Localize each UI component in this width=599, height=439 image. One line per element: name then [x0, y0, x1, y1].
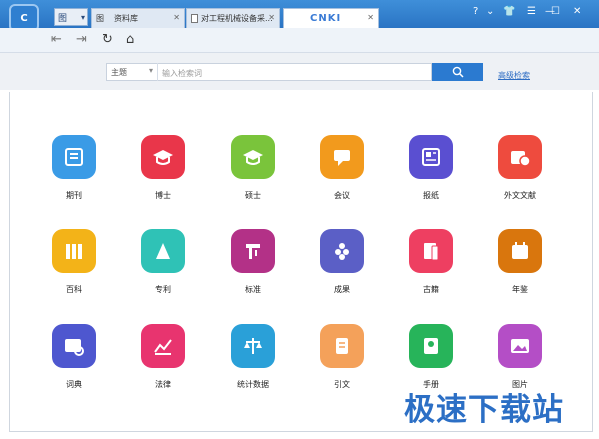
close-tab-icon[interactable]: ✕: [367, 13, 374, 22]
database-label[interactable]: 法律: [123, 379, 203, 390]
title-bar: C 图 ▾ 图 资料库 ✕ 对工程机械设备采... ✕ CNKI ✕ ? ⌄ 👕…: [0, 0, 599, 32]
chevron-down-icon: ▾: [80, 13, 85, 22]
menu-icon[interactable]: ☰: [527, 6, 536, 17]
database-label[interactable]: 硕士: [213, 190, 293, 201]
database-label[interactable]: 统计数据: [213, 379, 293, 390]
dictionary-icon[interactable]: [52, 324, 96, 368]
tab-document[interactable]: 对工程机械设备采... ✕: [186, 8, 280, 28]
close-icon[interactable]: ✕: [573, 6, 581, 17]
search-field-select[interactable]: 主题 ▾: [106, 63, 158, 81]
database-label[interactable]: 成果: [302, 284, 382, 295]
citation-icon[interactable]: [320, 324, 364, 368]
search-field-value: 主题: [111, 67, 127, 77]
database-label[interactable]: 年鉴: [480, 284, 560, 295]
maximize-icon[interactable]: ☐: [551, 6, 560, 17]
database-label[interactable]: 古籍: [391, 284, 471, 295]
help-icon[interactable]: ?: [473, 6, 478, 17]
tab-cnki[interactable]: CNKI ✕: [283, 8, 379, 28]
doctor-cap-icon[interactable]: [141, 135, 185, 179]
database-label[interactable]: 词典: [34, 379, 114, 390]
patent-icon[interactable]: [141, 229, 185, 273]
nav-toolbar: ⇤ ⇥ ↻ ⌂: [0, 28, 599, 53]
journal-icon[interactable]: [52, 135, 96, 179]
refresh-icon[interactable]: ↻: [102, 32, 113, 47]
tab-label: 资料库: [114, 14, 138, 23]
encyclopedia-icon[interactable]: [52, 229, 96, 273]
tab-resource-library[interactable]: 图 资料库 ✕: [91, 8, 185, 28]
meeting-icon[interactable]: [320, 135, 364, 179]
database-label[interactable]: 外文文献: [480, 190, 560, 201]
shirt-icon[interactable]: 👕: [503, 6, 515, 17]
database-label[interactable]: 专利: [123, 284, 203, 295]
tab-selector-label: 图: [58, 13, 68, 24]
close-tab-icon[interactable]: ✕: [173, 13, 180, 22]
watermark: 极速下载站: [404, 392, 564, 428]
tab-icon: 图: [96, 14, 104, 23]
search-icon: [452, 66, 464, 78]
database-label[interactable]: 标准: [213, 284, 293, 295]
back-icon[interactable]: ⇤: [51, 32, 62, 47]
foreign-literature-icon[interactable]: [498, 135, 542, 179]
law-icon[interactable]: [141, 324, 185, 368]
achievement-icon[interactable]: [320, 229, 364, 273]
database-label[interactable]: 期刊: [34, 190, 114, 201]
database-label[interactable]: 报纸: [391, 190, 471, 201]
home-icon[interactable]: ⌂: [126, 32, 134, 47]
manual-icon[interactable]: [409, 324, 453, 368]
tab-label: CNKI: [310, 13, 342, 24]
standard-icon[interactable]: [231, 229, 275, 273]
newspaper-icon[interactable]: [409, 135, 453, 179]
picture-icon[interactable]: [498, 324, 542, 368]
document-icon: [191, 14, 198, 23]
chevron-down-icon: ▾: [148, 66, 153, 75]
database-label[interactable]: 引文: [302, 379, 382, 390]
statistics-icon[interactable]: [231, 324, 275, 368]
forward-icon[interactable]: ⇥: [76, 32, 87, 47]
advanced-search-link[interactable]: 高级检索: [498, 70, 530, 81]
yearbook-icon[interactable]: [498, 229, 542, 273]
search-button[interactable]: [432, 63, 483, 81]
app-window: C 图 ▾ 图 资料库 ✕ 对工程机械设备采... ✕ CNKI ✕ ? ⌄ 👕…: [0, 0, 599, 439]
database-label[interactable]: 博士: [123, 190, 203, 201]
database-label[interactable]: 百科: [34, 284, 114, 295]
search-input[interactable]: [159, 64, 434, 82]
close-tab-icon[interactable]: ✕: [268, 13, 275, 22]
help-dropdown-icon[interactable]: ⌄: [486, 6, 494, 17]
master-cap-icon[interactable]: [231, 135, 275, 179]
tab-label: 对工程机械设备采...: [201, 14, 273, 23]
tab-selector[interactable]: 图 ▾: [54, 8, 88, 26]
ancient-book-icon[interactable]: [409, 229, 453, 273]
database-label[interactable]: 会议: [302, 190, 382, 201]
